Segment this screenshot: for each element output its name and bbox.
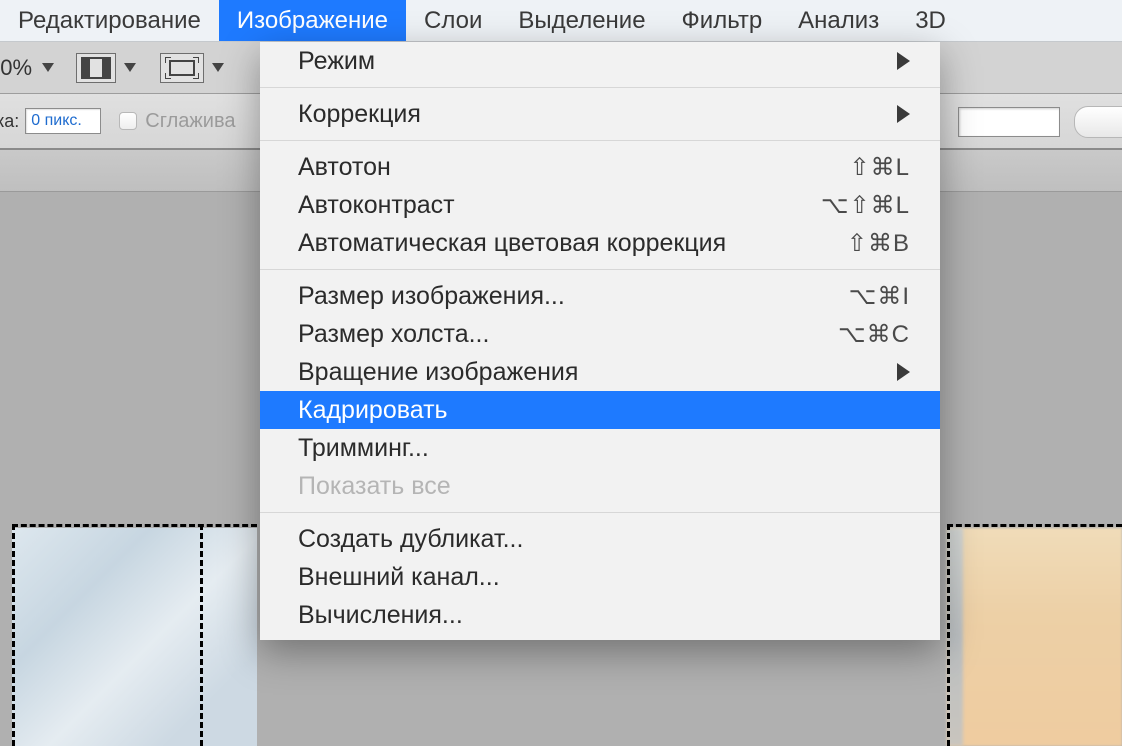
menu-separator <box>260 512 940 513</box>
submenu-arrow-icon <box>897 52 910 70</box>
style-field[interactable] <box>958 107 1060 137</box>
menu-item-adjustments[interactable]: Коррекция <box>260 95 940 133</box>
screen-mode-icon[interactable] <box>76 53 116 83</box>
submenu-arrow-icon <box>897 105 910 123</box>
shortcut-label: ⌥⌘C <box>838 320 910 349</box>
menu-item-image-rotation[interactable]: Вращение изображения <box>260 353 940 391</box>
image-menu-dropdown: Режим Коррекция Автотон ⇧⌘L Автоконтраст… <box>260 42 940 640</box>
menu-item-crop[interactable]: Кадрировать <box>260 391 940 429</box>
menu-layers[interactable]: Слои <box>406 0 500 41</box>
feather-input[interactable] <box>25 108 101 134</box>
menu-item-mode[interactable]: Режим <box>260 42 940 80</box>
shortcut-label: ⌥⇧⌘L <box>821 191 910 220</box>
menu-select[interactable]: Выделение <box>500 0 663 41</box>
menu-separator <box>260 269 940 270</box>
selection-border-left <box>12 524 15 746</box>
menu-3d[interactable]: 3D <box>897 0 964 41</box>
menu-item-auto-contrast[interactable]: Автоконтраст ⌥⇧⌘L <box>260 186 940 224</box>
dropdown-triangle-icon[interactable] <box>124 63 136 72</box>
selection-border-top-right <box>947 524 1122 527</box>
shortcut-label: ⇧⌘L <box>850 153 910 182</box>
feather-label: ка: <box>0 111 19 132</box>
menu-filter[interactable]: Фильтр <box>664 0 781 41</box>
canvas-image-right[interactable] <box>947 528 1122 746</box>
shortcut-label: ⇧⌘B <box>847 229 910 258</box>
canvas-image-left[interactable] <box>12 528 257 746</box>
dropdown-triangle-icon <box>42 63 54 72</box>
menu-item-image-size[interactable]: Размер изображения... ⌥⌘I <box>260 277 940 315</box>
submenu-arrow-icon <box>897 363 910 381</box>
antialias-label: Сглажива <box>145 110 235 133</box>
menu-item-trim[interactable]: Тримминг... <box>260 429 940 467</box>
menu-edit[interactable]: Редактирование <box>0 0 219 41</box>
crop-bounds-icon <box>165 57 199 79</box>
dropdown-triangle-icon[interactable] <box>212 63 224 72</box>
selection-border-vertical <box>200 524 203 746</box>
menu-separator <box>260 140 940 141</box>
menu-image[interactable]: Изображение <box>219 0 406 41</box>
antialias-checkbox[interactable] <box>119 112 137 130</box>
menu-item-reveal-all: Показать все <box>260 467 940 505</box>
zoom-level-label: 50% <box>0 55 32 81</box>
panel-layout-icon <box>81 57 111 79</box>
menubar: Редактирование Изображение Слои Выделени… <box>0 0 1122 42</box>
right-toolbar-button[interactable] <box>1074 106 1122 138</box>
selection-border-right <box>947 524 950 746</box>
document-bounds-icon[interactable] <box>160 53 204 83</box>
menu-item-apply-image[interactable]: Внешний канал... <box>260 558 940 596</box>
menu-item-calculations[interactable]: Вычисления... <box>260 596 940 634</box>
shortcut-label: ⌥⌘I <box>849 282 910 311</box>
selection-border-top-left <box>12 524 257 527</box>
zoom-level[interactable]: 50% <box>0 55 54 81</box>
menu-separator <box>260 87 940 88</box>
menu-item-duplicate[interactable]: Создать дубликат... <box>260 520 940 558</box>
menu-item-canvas-size[interactable]: Размер холста... ⌥⌘C <box>260 315 940 353</box>
menu-analysis[interactable]: Анализ <box>780 0 897 41</box>
menu-item-auto-color[interactable]: Автоматическая цветовая коррекция ⇧⌘B <box>260 224 940 262</box>
menu-item-auto-tone[interactable]: Автотон ⇧⌘L <box>260 148 940 186</box>
